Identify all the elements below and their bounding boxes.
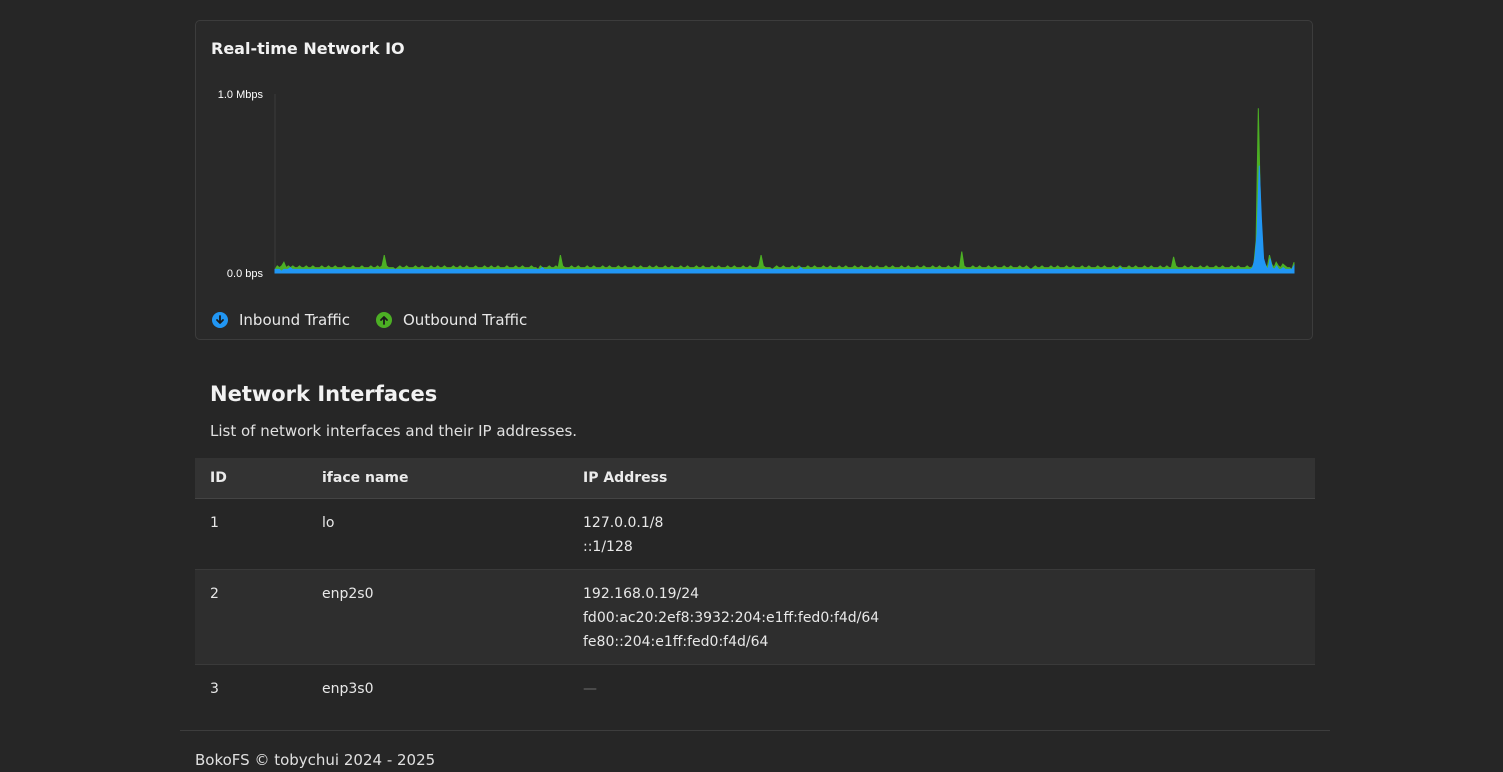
interfaces-title: Network Interfaces bbox=[210, 382, 438, 406]
table-row: 3 enp3s0 — bbox=[195, 665, 1315, 712]
legend-item-outbound[interactable]: Outbound Traffic bbox=[376, 311, 527, 329]
ip-address: fe80::204:e1ff:fed0:f4d/64 bbox=[583, 634, 769, 650]
network-io-chart: 1.0 Mbps 0.0 bps bbox=[218, 89, 1295, 280]
interfaces-table: ID iface name IP Address 1 lo 127.0.0.1/… bbox=[195, 458, 1315, 711]
cell-iface-name: lo bbox=[322, 498, 583, 570]
cell-iface-name: enp3s0 bbox=[322, 681, 374, 697]
legend-item-inbound[interactable]: Inbound Traffic bbox=[212, 311, 350, 329]
y-tick-label: 0.0 bps bbox=[227, 268, 264, 280]
interfaces-description: List of network interfaces and their IP … bbox=[210, 422, 578, 440]
ip-address: 127.0.0.1/8 bbox=[583, 515, 664, 531]
legend-label-outbound: Outbound Traffic bbox=[403, 311, 528, 329]
arrow-down-circle-icon bbox=[212, 312, 228, 328]
network-io-card: 1.0 Mbps 0.0 bps Real-time Network IO Inb… bbox=[195, 20, 1313, 340]
column-header-iface-name: iface name bbox=[322, 458, 583, 499]
column-header-id: ID bbox=[195, 458, 322, 499]
legend-label-inbound: Inbound Traffic bbox=[239, 311, 350, 329]
chart-legend: Inbound Traffic Outbound Traffic bbox=[212, 311, 553, 329]
chart-title: Real-time Network IO bbox=[211, 39, 405, 58]
ip-address: ::1/128 bbox=[583, 539, 633, 555]
ip-address: 192.168.0.19/24 bbox=[583, 586, 700, 602]
table-header-row: ID iface name IP Address bbox=[195, 458, 1315, 499]
cell-ip-address: 127.0.0.1/8 ::1/128 bbox=[583, 498, 1315, 570]
table-row: 2 enp2s0 192.168.0.19/24 fd00:ac20:2ef8:… bbox=[195, 569, 1315, 665]
cell-ip-address: — bbox=[583, 665, 1315, 712]
column-header-ip-address: IP Address bbox=[583, 458, 1315, 499]
y-tick-label: 1.0 Mbps bbox=[218, 89, 264, 101]
cell-id: 3 bbox=[210, 681, 219, 697]
cell-id: 2 bbox=[195, 569, 322, 665]
ip-address: fd00:ac20:2ef8:3932:204:e1ff:fed0:f4d/64 bbox=[583, 610, 880, 626]
cell-iface-name: enp2s0 bbox=[322, 569, 583, 665]
series-area-outbound-traffic bbox=[274, 108, 1295, 274]
cell-ip-address: 192.168.0.19/24 fd00:ac20:2ef8:3932:204:… bbox=[583, 569, 1315, 665]
footer-text: BokoFS © tobychui 2024 - 2025 bbox=[195, 751, 436, 769]
arrow-up-circle-icon bbox=[376, 312, 392, 328]
cell-id: 1 bbox=[195, 498, 322, 570]
footer-divider bbox=[180, 730, 1330, 731]
series-area-inbound-traffic bbox=[274, 165, 1295, 274]
table-row: 1 lo 127.0.0.1/8 ::1/128 bbox=[195, 498, 1315, 570]
page: 1.0 Mbps 0.0 bps Real-time Network IO Inb… bbox=[0, 0, 1503, 772]
ip-address-empty: — bbox=[583, 681, 597, 697]
